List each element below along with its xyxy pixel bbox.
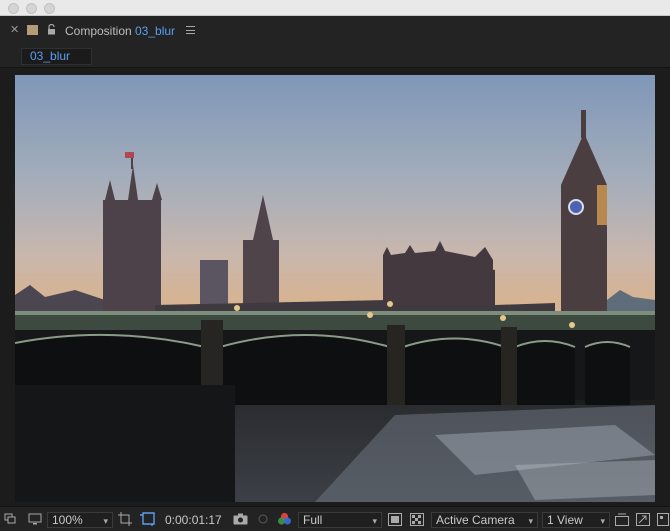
- fast-previews-icon[interactable]: [388, 513, 402, 529]
- window-titlebar: [0, 0, 670, 16]
- panel-header: ✕ Composition 03_blur: [0, 16, 670, 44]
- chevron-down-icon: ▾: [600, 516, 605, 526]
- chevron-down-icon: ▾: [103, 516, 108, 526]
- zoom-dropdown[interactable]: 100% ▾: [47, 512, 113, 528]
- transparency-grid-icon[interactable]: [410, 513, 424, 529]
- camera-snapshot-icon[interactable]: [233, 513, 248, 529]
- panel-menu-icon[interactable]: [186, 26, 195, 34]
- window-close-button[interactable]: [8, 3, 19, 14]
- fast-draft-icon[interactable]: [636, 513, 650, 529]
- title-action-safe-icon[interactable]: [118, 512, 134, 528]
- show-snapshot-icon[interactable]: [256, 513, 270, 529]
- composition-name[interactable]: 03_blur: [135, 24, 175, 38]
- composition-tab-bar: 03_blur: [0, 44, 670, 68]
- view-layout-dropdown[interactable]: 1 View ▾: [542, 512, 610, 528]
- composition-frame[interactable]: [15, 75, 655, 502]
- camera-view-dropdown[interactable]: Active Camera ▾: [431, 512, 538, 528]
- view-layout-value: 1 View: [547, 513, 583, 527]
- tab-03-blur[interactable]: 03_blur: [21, 48, 92, 65]
- label-color-swatch[interactable]: [27, 25, 38, 35]
- toggle-pixel-aspect-icon[interactable]: [615, 513, 629, 529]
- always-preview-icon[interactable]: [4, 513, 16, 529]
- lock-icon[interactable]: [47, 23, 56, 38]
- zoom-value: 100%: [52, 513, 83, 527]
- composition-viewer[interactable]: [0, 68, 670, 506]
- flowchart-icon[interactable]: [657, 513, 669, 529]
- channel-color-icon[interactable]: [277, 512, 292, 528]
- monitor-icon[interactable]: [28, 513, 42, 529]
- current-time-display[interactable]: 0:00:01:17: [165, 512, 222, 528]
- window-zoom-button[interactable]: [44, 3, 55, 14]
- resolution-dropdown[interactable]: Full ▾: [298, 512, 382, 528]
- window-minimize-button[interactable]: [26, 3, 37, 14]
- region-of-interest-icon[interactable]: [140, 512, 156, 528]
- chevron-down-icon: ▾: [372, 516, 377, 526]
- chevron-down-icon: ▾: [528, 516, 533, 526]
- resolution-value: Full: [303, 513, 323, 527]
- close-icon[interactable]: ✕: [10, 23, 19, 36]
- viewer-toolbar: 100% ▾ 0:00:01:17 Full ▾ Active Camera ▾…: [0, 506, 670, 531]
- westminster-image: [15, 75, 655, 502]
- camera-view-value: Active Camera: [436, 513, 515, 527]
- panel-type-label: Composition: [65, 24, 132, 38]
